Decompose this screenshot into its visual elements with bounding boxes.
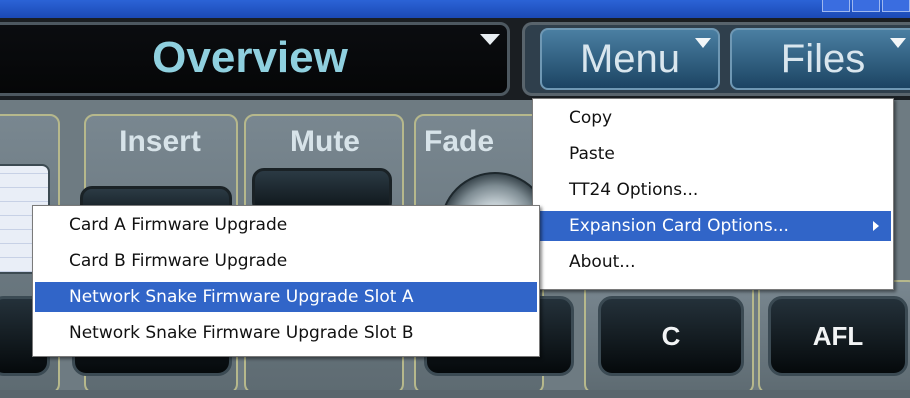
window-close-button[interactable]	[882, 0, 910, 12]
main-context-menu: Copy Paste TT24 Options... Expansion Car…	[532, 98, 894, 290]
menu-item-copy[interactable]: Copy	[535, 103, 891, 133]
afl-button[interactable]: AFL	[768, 296, 908, 376]
submenu-item-card-b-upgrade[interactable]: Card B Firmware Upgrade	[35, 246, 537, 276]
submenu-item-network-snake-slot-b[interactable]: Network Snake Firmware Upgrade Slot B	[35, 318, 537, 348]
fade-label: Fade	[424, 125, 495, 158]
menu-item-about[interactable]: About...	[535, 247, 891, 277]
triangle-down-icon	[695, 38, 711, 48]
menu-item-expansion-card-options[interactable]: Expansion Card Options...	[535, 211, 891, 241]
page-title[interactable]: Overview	[60, 28, 440, 88]
mute-label: Mute	[290, 125, 360, 158]
c-button[interactable]: C	[598, 296, 744, 376]
insert-label: Insert	[119, 125, 201, 158]
menu-item-label: Expansion Card Options...	[569, 216, 789, 236]
bottom-divider	[0, 390, 910, 398]
triangle-down-icon[interactable]	[480, 34, 500, 45]
files-button-label[interactable]: Files	[758, 28, 888, 90]
submenu-item-card-a-upgrade[interactable]: Card A Firmware Upgrade	[35, 210, 537, 240]
menu-button-label[interactable]: Menu	[560, 28, 700, 90]
window-title-bar	[0, 0, 910, 18]
submenu-item-network-snake-slot-a[interactable]: Network Snake Firmware Upgrade Slot A	[35, 282, 537, 312]
window-maximize-button[interactable]	[852, 0, 880, 12]
window-minimize-button[interactable]	[822, 0, 850, 12]
menu-item-paste[interactable]: Paste	[535, 139, 891, 169]
expansion-card-submenu: Card A Firmware Upgrade Card B Firmware …	[32, 205, 540, 357]
submenu-arrow-icon	[873, 221, 879, 231]
menu-item-tt24-options[interactable]: TT24 Options...	[535, 175, 891, 205]
triangle-down-icon	[890, 38, 906, 48]
